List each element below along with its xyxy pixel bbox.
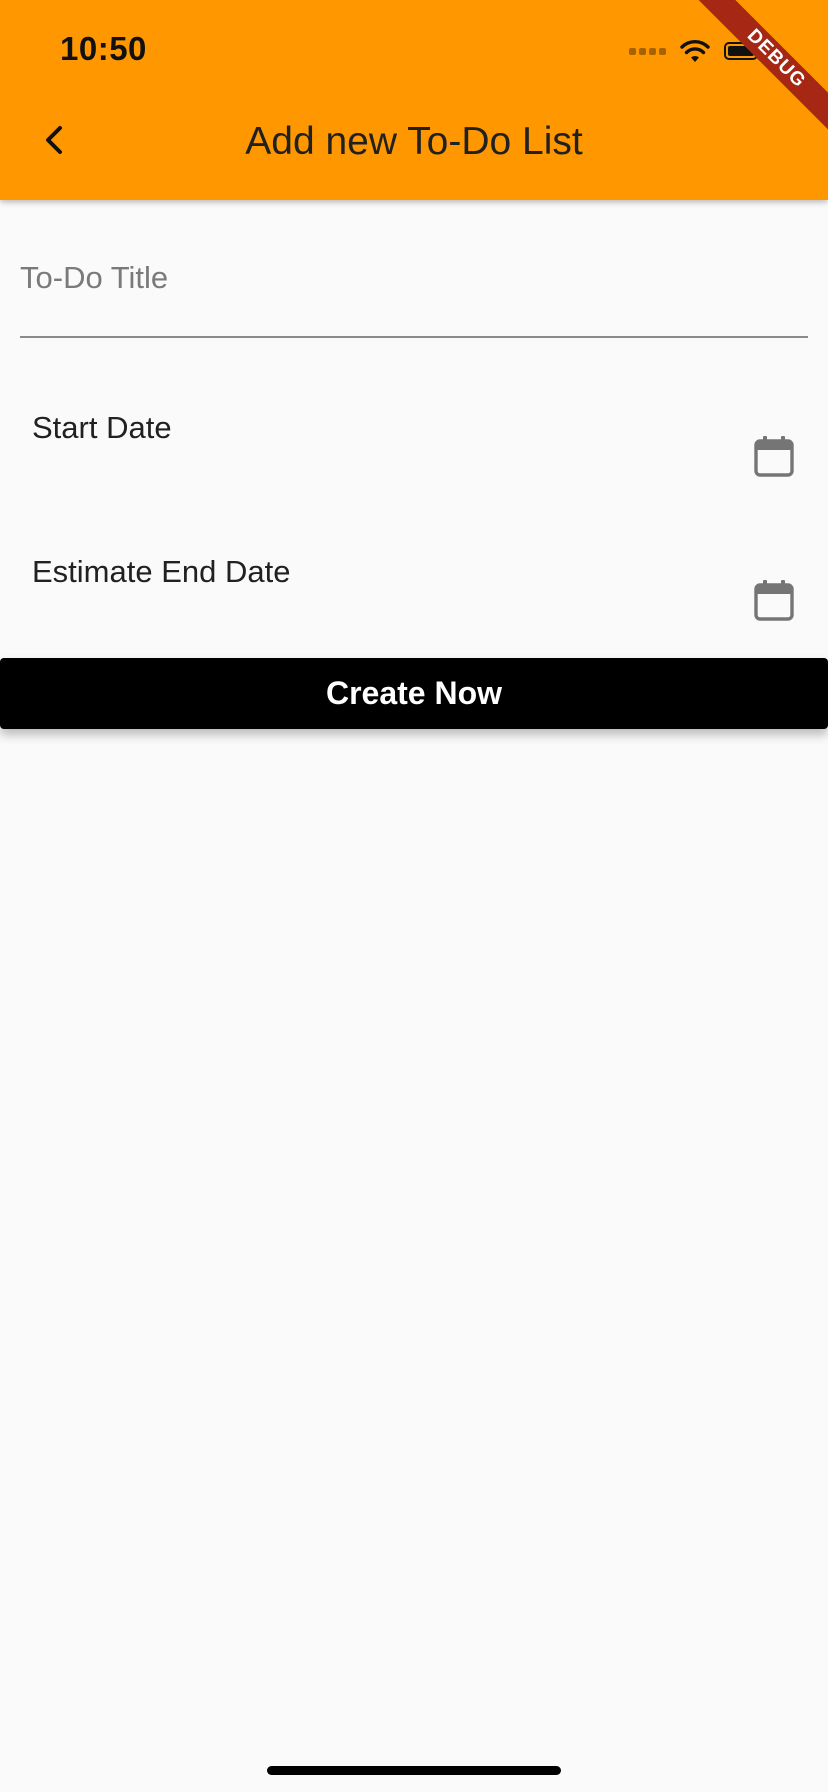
- status-time: 10:50: [60, 30, 147, 67]
- end-date-picker[interactable]: Estimate End Date: [0, 534, 828, 654]
- home-indicator[interactable]: [267, 1766, 561, 1775]
- todo-title-input[interactable]: [20, 236, 808, 296]
- start-date-picker[interactable]: Start Date: [0, 390, 828, 510]
- end-date-label: Estimate End Date: [32, 554, 291, 589]
- todo-title-field[interactable]: [20, 236, 808, 338]
- debug-banner: DEBUG: [696, 0, 828, 139]
- create-now-button[interactable]: Create Now: [0, 658, 828, 729]
- start-date-label: Start Date: [32, 410, 172, 445]
- calendar-icon[interactable]: [754, 578, 794, 622]
- calendar-icon[interactable]: [754, 434, 794, 478]
- page-title: Add new To-Do List: [245, 120, 583, 163]
- app-bar: 10:50 DEBUG Add new To-Do List: [0, 0, 828, 200]
- wifi-icon: [680, 40, 710, 62]
- cellular-signal-icon: [629, 47, 666, 55]
